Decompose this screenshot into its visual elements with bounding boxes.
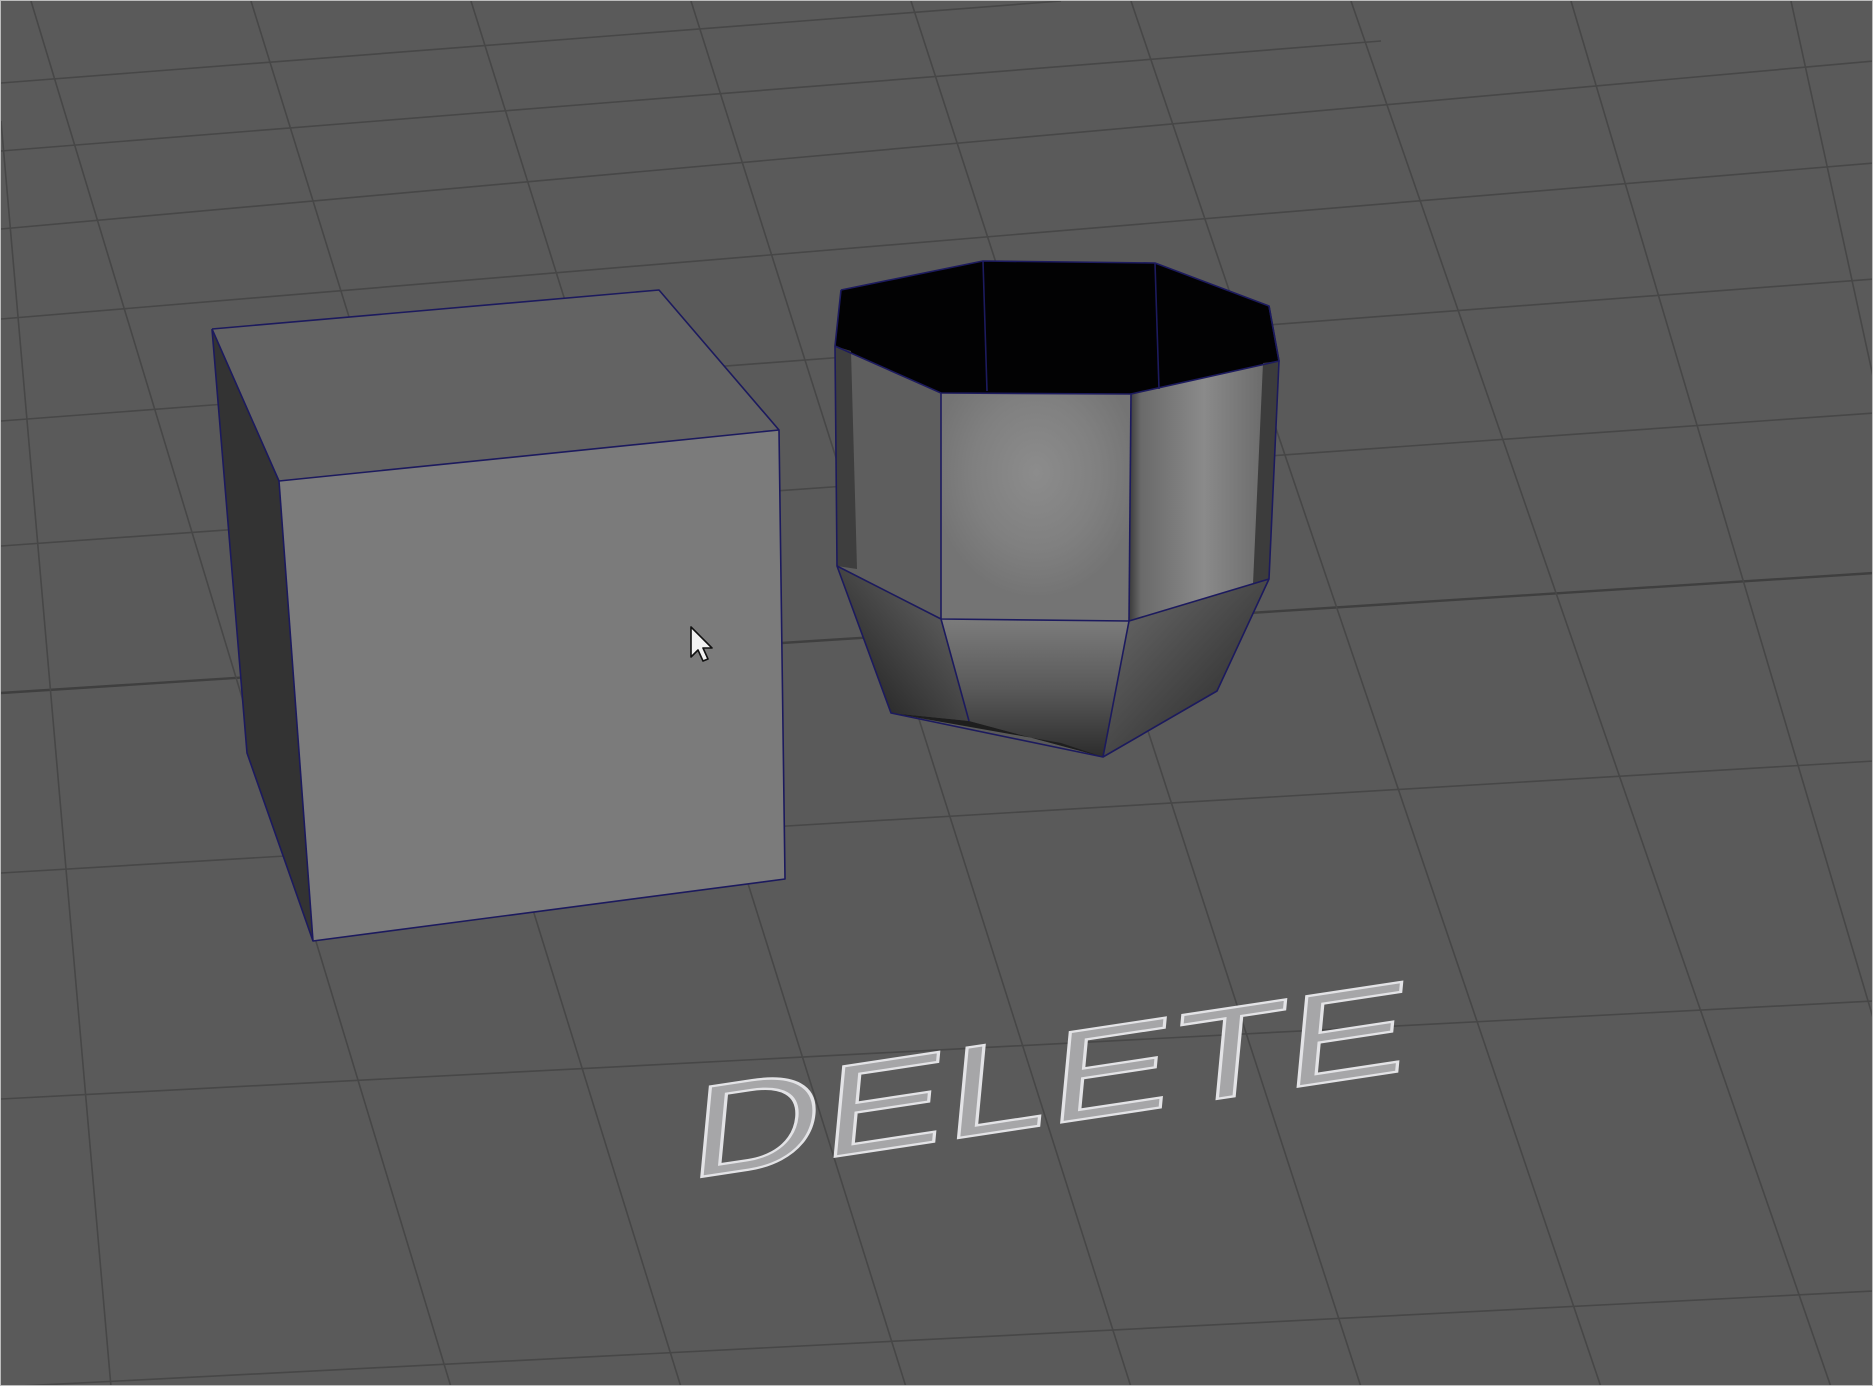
cup-bottom-front xyxy=(941,619,1129,757)
3d-viewport[interactable]: DELETE xyxy=(0,0,1873,1386)
cup-interior xyxy=(835,261,1279,394)
cup-object[interactable] xyxy=(834,260,1280,758)
cup-side-front xyxy=(941,393,1131,621)
grid-line-receding xyxy=(1350,1,1832,1385)
cube-object[interactable] xyxy=(211,289,786,942)
grid-line-horizontal xyxy=(1,60,1872,230)
cube-front-face xyxy=(279,430,785,941)
grid-line-horizontal xyxy=(1,40,1382,152)
floor-label-text: DELETE xyxy=(684,951,1418,1207)
grid-line-horizontal xyxy=(24,1290,1872,1385)
grid-line-receding xyxy=(1570,1,1872,1018)
grid-line-receding xyxy=(1790,1,1872,376)
grid-line-horizontal xyxy=(1,1,1062,84)
floor-label[interactable]: DELETE xyxy=(683,950,1419,1209)
